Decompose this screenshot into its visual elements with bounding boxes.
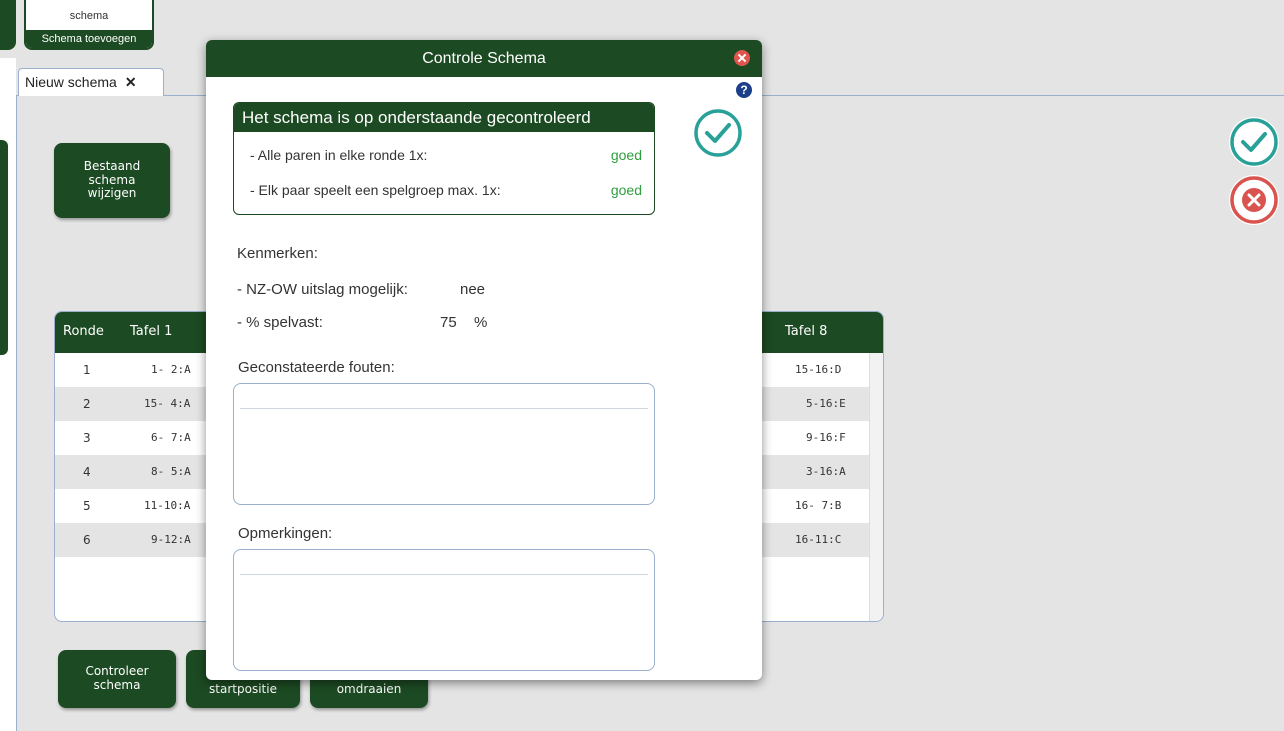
remarks-label: Opmerkingen: [238, 525, 333, 542]
row-round: 5 [83, 499, 91, 513]
row-table-1: 9-12:A [151, 533, 191, 546]
edit-existing-line-1: Bestaand [83, 158, 141, 173]
errors-textarea[interactable] [233, 383, 655, 505]
edit-existing-schema-button[interactable]: Bestaand schema wijzigen [54, 143, 170, 218]
check-schema-line-2: schema [93, 678, 141, 692]
tab-label: Nieuw schema [25, 74, 117, 90]
check-results-header: Het schema is op onderstaande gecontrole… [234, 103, 654, 132]
header-table-8: Tafel 8 [785, 324, 828, 339]
row-table-1: 6- 7:A [151, 431, 191, 444]
check-schema-button[interactable]: Controleer schema [58, 650, 176, 708]
check-pairs-value: goed [610, 147, 642, 163]
row-table-8: 9-16:F [806, 431, 846, 444]
check-pairs-label: - Alle paren in elke ronde 1x: [250, 147, 428, 163]
dialog-title: Controle Schema [206, 40, 762, 77]
row-round: 6 [83, 533, 91, 547]
row-table-1: 8- 5:A [151, 465, 191, 478]
features-label: Kenmerken: [237, 245, 318, 262]
fixed-percentage-unit: % [474, 314, 488, 331]
row-round: 3 [83, 431, 91, 445]
edit-existing-line-2: schema [88, 172, 136, 187]
check-schema-line-1: Controleer [85, 664, 149, 679]
tab-close-icon[interactable]: ✕ [125, 74, 137, 90]
row-table-8: 15-16:D [795, 363, 842, 376]
add-schema-button[interactable]: schema Schema toevoegen [24, 0, 154, 50]
row-table-8: 5-16:E [806, 397, 846, 410]
row-table-1: 11-10:A [144, 499, 191, 512]
fixed-percentage-label: - % spelvast: [237, 314, 323, 331]
edit-existing-line-3: wijzigen [87, 186, 137, 201]
errors-label: Geconstateerde fouten: [238, 359, 395, 376]
dialog-close-icon[interactable] [734, 50, 750, 66]
check-results-box: Het schema is op onderstaande gecontrole… [233, 102, 655, 215]
header-round: Ronde [63, 324, 104, 339]
fixed-percentage-value: 75 [440, 314, 457, 331]
header-table-1: Tafel 1 [130, 324, 173, 339]
check-schema-dialog: Controle Schema ? Het schema is op onder… [206, 40, 762, 680]
remarks-textarea[interactable] [233, 549, 655, 671]
remarks-textarea-divider [240, 574, 648, 575]
start-position-label: startpositie [209, 682, 277, 697]
add-schema-button-label: Schema toevoegen [26, 30, 152, 48]
add-schema-button-caption: schema [69, 10, 109, 22]
left-toolbar-button-fragment[interactable] [0, 0, 16, 50]
cancel-x-icon[interactable] [1229, 175, 1279, 225]
schedule-scrollbar[interactable] [869, 353, 883, 621]
nzow-label: - NZ-OW uitslag mogelijk: [237, 281, 408, 298]
check-group-label: - Elk paar speelt een spelgroep max. 1x: [250, 182, 501, 198]
row-round: 4 [83, 465, 91, 479]
row-table-8: 16-11:C [795, 533, 842, 546]
row-table-8: 16- 7:B [795, 499, 842, 512]
row-table-8: 3-16:A [806, 465, 846, 478]
help-icon[interactable]: ? [736, 82, 752, 98]
left-side-panel-fragment [0, 140, 8, 355]
row-round: 1 [83, 363, 91, 377]
nzow-value: nee [460, 281, 486, 298]
confirm-check-icon[interactable] [1229, 117, 1279, 167]
row-round: 2 [83, 397, 91, 411]
dialog-check-icon [693, 108, 743, 158]
row-table-1: 1- 2:A [151, 363, 191, 376]
check-group-value: goed [610, 182, 642, 198]
tab-new-schema[interactable]: Nieuw schema ✕ [18, 68, 164, 96]
flip-label: omdraaien [336, 682, 402, 697]
row-table-1: 15- 4:A [144, 397, 191, 410]
errors-textarea-divider [240, 408, 648, 409]
